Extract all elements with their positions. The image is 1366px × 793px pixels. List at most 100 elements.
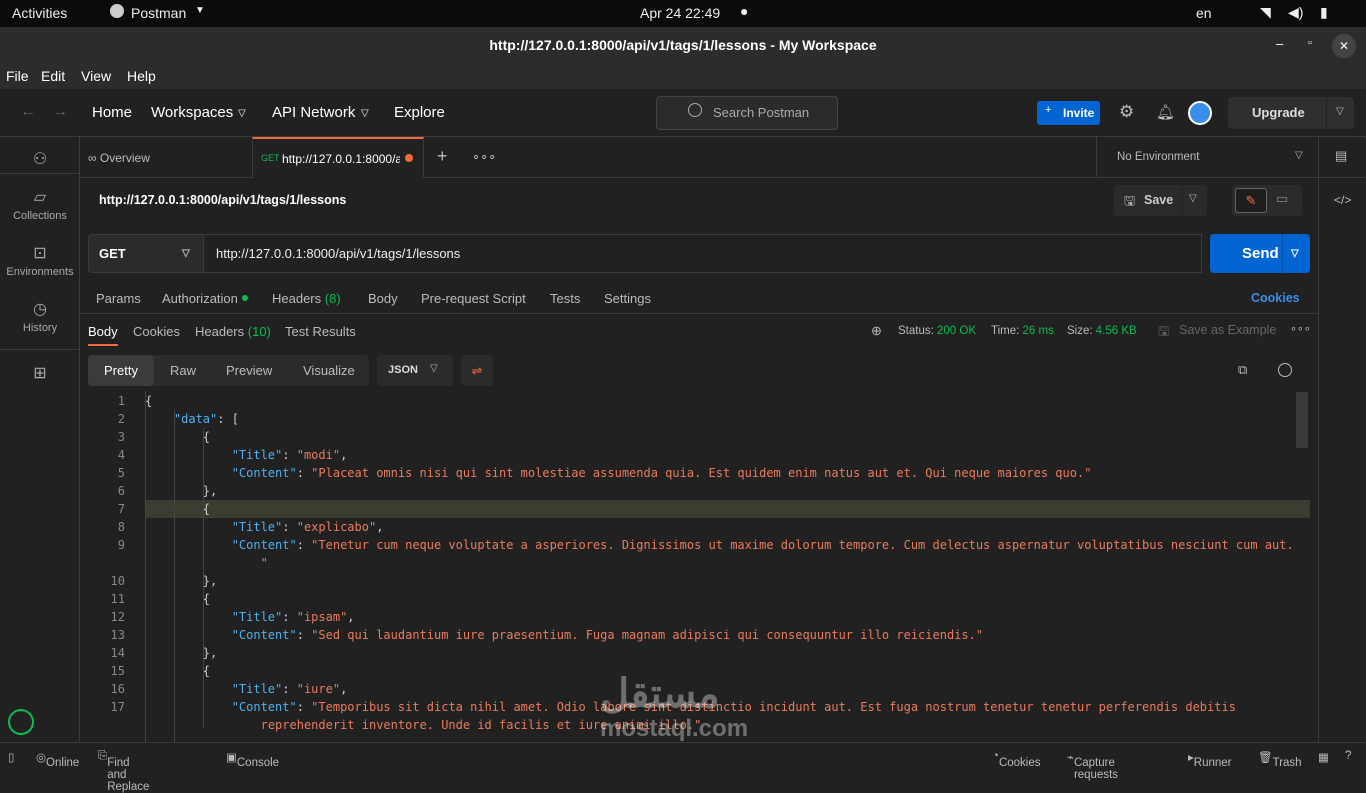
nav-api-network[interactable]: API Network — [272, 104, 355, 121]
sidebar-item-environments[interactable]: ⊡ Environments — [0, 243, 80, 278]
runner-status-icon[interactable] — [8, 709, 34, 735]
send-button[interactable]: Send ▽ — [1210, 234, 1310, 273]
view-preview[interactable]: Preview — [226, 363, 272, 378]
clock[interactable]: Apr 24 22:49 — [640, 5, 720, 21]
copy-icon[interactable]: ⧉ — [1238, 362, 1247, 378]
runner-button[interactable]: ▸ Runner — [1188, 750, 1232, 769]
gear-icon[interactable]: ⚙ — [1119, 102, 1134, 122]
back-arrow-icon[interactable]: ← — [20, 103, 36, 121]
postman-app-icon — [110, 4, 124, 18]
user-icon[interactable]: ⚇ — [0, 149, 80, 169]
online-status[interactable]: ◎ Online — [36, 750, 79, 769]
chevron-down-icon: ▽ — [430, 363, 438, 374]
forward-arrow-icon[interactable]: → — [52, 103, 68, 121]
tab-body[interactable]: Body — [368, 291, 398, 306]
minimize-icon[interactable]: – — [1276, 36, 1283, 51]
comment-icon[interactable]: ▭ — [1276, 191, 1288, 207]
search-placeholder: Search Postman — [713, 105, 810, 120]
search-input[interactable]: Search Postman — [656, 96, 838, 130]
nav-workspaces[interactable]: Workspaces — [151, 104, 233, 121]
more-options-icon[interactable]: ∘∘∘ — [1290, 322, 1311, 335]
tab-test-results[interactable]: Test Results — [285, 324, 356, 339]
help-icon[interactable]: ? — [1345, 750, 1351, 762]
view-pretty[interactable]: Pretty — [88, 355, 154, 386]
close-icon[interactable]: ✕ — [1332, 34, 1356, 58]
add-apps-icon[interactable]: ⊞ — [0, 363, 80, 383]
view-raw[interactable]: Raw — [170, 363, 196, 378]
save-icon: 🖫︎ — [1124, 193, 1136, 208]
view-visualize[interactable]: Visualize — [303, 363, 355, 378]
line-number: 10 — [110, 574, 125, 588]
chevron-down-icon: ▽ — [182, 248, 190, 259]
save-button[interactable]: 🖫︎ Save ▽ — [1114, 185, 1207, 216]
tab-response-cookies[interactable]: Cookies — [133, 324, 180, 339]
trash-label: Trash — [1272, 757, 1302, 769]
app-menu[interactable]: Postman — [131, 5, 186, 21]
json-punctuation: }, — [202, 646, 218, 660]
tab-headers[interactable]: Headers (8) — [272, 291, 341, 306]
maximize-icon[interactable]: ▫ — [1308, 37, 1312, 49]
avatar[interactable] — [1188, 101, 1212, 125]
pencil-icon[interactable]: ✎ — [1235, 188, 1267, 213]
tab-active-request[interactable]: GET http://127.0.0.1:8000/ap — [252, 137, 424, 178]
tab-params[interactable]: Params — [96, 291, 141, 306]
sidebar-item-history[interactable]: ◷ History — [0, 299, 80, 334]
json-punctuation: : — [282, 520, 297, 534]
code-line: "Title": "ipsam", — [232, 610, 355, 624]
wrap-lines-icon[interactable]: ⇌ — [461, 355, 493, 386]
time-readout[interactable]: Time: 26 ms — [991, 325, 1054, 337]
method-select[interactable]: GET ▽ — [88, 234, 204, 273]
console-button[interactable]: ▣ Console — [226, 750, 279, 769]
tab-label: Overview — [99, 151, 150, 165]
new-tab-plus-icon[interactable]: + — [437, 146, 448, 167]
environment-quick-look-icon[interactable]: ▤ — [1335, 148, 1347, 164]
tab-tests[interactable]: Tests — [550, 291, 580, 306]
environment-selector[interactable]: No Environment ▽ — [1096, 137, 1318, 178]
language-selector[interactable]: en — [1196, 5, 1212, 21]
capture-requests-button[interactable]: ⌁ Capture requests — [1067, 750, 1118, 781]
wifi-icon[interactable]: ◥ — [1260, 4, 1271, 21]
tab-response-body[interactable]: Body — [88, 324, 118, 339]
sidebar-item-collections[interactable]: ▱ Collections — [0, 187, 80, 222]
volume-icon[interactable]: ◀) — [1288, 4, 1303, 21]
divider — [1319, 177, 1366, 178]
size-readout[interactable]: Size: 4.56 KB — [1067, 325, 1137, 337]
code-icon[interactable]: </> — [1334, 193, 1351, 207]
tab-prerequest-script[interactable]: Pre-request Script — [421, 291, 526, 306]
menu-view[interactable]: View — [81, 68, 111, 84]
two-pane-icon[interactable]: ▦ — [1318, 750, 1329, 764]
save-as-example-button[interactable]: Save as Example — [1179, 323, 1276, 337]
cookies-button[interactable]: ◔ Cookies — [992, 750, 1041, 769]
menu-file[interactable]: File — [6, 68, 29, 84]
nav-explore[interactable]: Explore — [394, 104, 445, 121]
chevron-down-icon[interactable]: ▽ — [1336, 106, 1344, 117]
bell-icon[interactable]: 🔔︎ — [1156, 103, 1175, 121]
status-readout[interactable]: Status: 200 OK — [898, 325, 976, 337]
trash-button[interactable]: 🗑︎ Trash — [1258, 750, 1302, 769]
json-key: "data" — [173, 412, 218, 426]
json-key: "Title" — [231, 610, 283, 624]
time-label: Time: — [991, 325, 1020, 337]
tab-response-headers[interactable]: Headers (10) — [195, 324, 271, 339]
nav-home[interactable]: Home — [92, 104, 132, 121]
menu-edit[interactable]: Edit — [41, 68, 65, 84]
scrollbar-thumb[interactable] — [1296, 392, 1308, 448]
more-tabs-icon[interactable]: ∘∘∘ — [472, 149, 496, 165]
url-input[interactable]: http://127.0.0.1:8000/api/v1/tags/1/less… — [203, 234, 1202, 273]
request-name[interactable]: http://127.0.0.1:8000/api/v1/tags/1/less… — [99, 193, 346, 207]
json-punctuation: : [ — [217, 412, 239, 426]
cookies-link[interactable]: Cookies — [1251, 291, 1300, 305]
search-response-icon[interactable] — [1278, 363, 1292, 377]
globe-icon[interactable]: ⊕ — [871, 323, 882, 339]
tab-authorization[interactable]: Authorization — [162, 291, 238, 306]
menu-help[interactable]: Help — [127, 68, 156, 84]
activities-button[interactable]: Activities — [12, 5, 67, 21]
layout-icon[interactable]: ▯ — [8, 750, 14, 764]
runner-label: Runner — [1193, 757, 1232, 769]
battery-icon[interactable]: ▮ — [1320, 4, 1328, 21]
find-replace-button[interactable]: ⎘ Find and Replace — [98, 750, 149, 793]
overview-tab[interactable]: ∞ Overview — [88, 151, 150, 165]
tab-settings[interactable]: Settings — [604, 291, 651, 306]
format-select[interactable]: JSON ▽ — [377, 355, 453, 386]
indent-guide — [174, 410, 175, 742]
